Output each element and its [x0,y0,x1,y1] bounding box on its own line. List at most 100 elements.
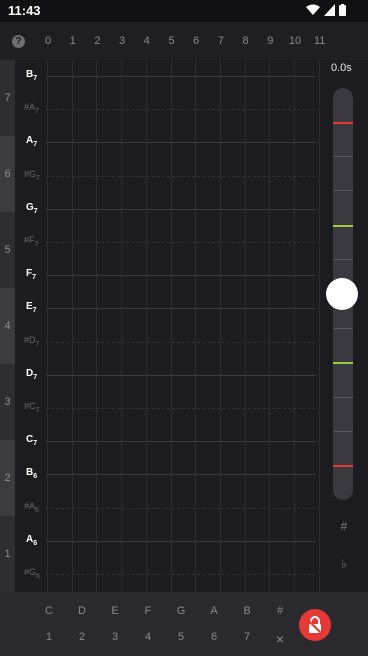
octave-segment[interactable]: 5 [0,212,15,288]
flat-button[interactable]: ♭ [334,557,354,571]
slider-tick [333,122,353,124]
grid-column-line [47,60,48,592]
note-grid[interactable]: B7 #A7 A7 #G7 G7 #F7 F7 E7 #D7 D7 #C7 C7 B6 #A6 A6 #G6 [0,60,325,592]
column-number: 10 [288,35,302,47]
note-row-line [46,76,316,77]
octave-segment[interactable]: 4 [0,288,15,364]
column-number: 7 [217,35,224,47]
number-key[interactable]: 3 [103,631,127,643]
note-label: #A7 [24,102,39,115]
grid-column-line [195,60,197,592]
column-header: ? 0 1 2 3 4 5 6 7 8 9 10 11 [0,22,368,60]
note-label: #F7 [24,235,39,248]
note-key[interactable]: D [70,605,94,617]
note-key[interactable]: C [37,605,61,617]
grid-column-line [170,60,172,592]
octave-segment[interactable]: 6 [0,136,15,212]
signal-icon [324,4,335,16]
grid-column-line [244,60,246,592]
time-label: 0.0s [331,62,352,74]
number-key[interactable]: 2 [70,631,94,643]
unlock-button[interactable] [299,609,331,641]
number-key[interactable]: 4 [136,631,160,643]
grid-column-line [269,60,271,592]
number-key[interactable]: 1 [37,631,61,643]
slider-tick [333,362,353,364]
note-row-line [46,408,316,409]
note-key[interactable]: A [202,605,226,617]
slider-tick [333,397,353,398]
note-label: C7 [26,434,38,448]
note-key[interactable]: E [103,605,127,617]
slider-tick [333,328,353,329]
column-number: 6 [193,35,200,47]
note-label: #G7 [24,168,40,182]
pitch-slider-thumb[interactable] [326,278,358,310]
column-number: 1 [69,35,76,47]
sharp-button[interactable]: # [334,519,354,533]
number-key[interactable]: 6 [202,631,226,643]
octave-segment[interactable]: 2 [0,440,15,516]
note-label: #A6 [24,500,39,514]
octave-segment[interactable]: 3 [0,364,15,440]
number-key[interactable]: × [268,631,292,647]
note-row-line [46,208,316,210]
lock-icon [307,616,323,635]
note-label: D7 [26,367,38,381]
grid-column-line [121,60,123,592]
column-number: 8 [242,35,249,47]
wifi-icon [306,4,320,15]
octave-segment[interactable]: 1 [0,516,15,592]
grid-column-line [71,60,73,592]
note-label: #C7 [24,401,40,414]
note-row-line [46,507,316,509]
note-label: B7 [26,69,38,82]
note-row-line [46,142,316,144]
column-number: 0 [44,35,52,47]
note-label: #G6 [24,567,40,580]
battery-icon [339,4,346,16]
note-key[interactable]: F [136,605,160,617]
slider-tick [333,156,353,157]
note-row-line [46,242,316,243]
note-row-line [46,474,316,476]
column-number: 3 [119,35,126,47]
note-label: A6 [26,533,38,547]
column-number: 11 [313,35,326,47]
octave-segment[interactable]: 7 [0,60,15,136]
note-row-line [46,540,316,542]
column-number: 5 [168,35,175,47]
note-row-line [46,275,316,277]
slider-tick [333,190,353,191]
note-row-line [46,441,316,443]
status-bar: 11:43 [0,0,368,22]
note-label: E7 [26,301,37,315]
note-key[interactable]: G [169,605,193,617]
note-label: B6 [26,467,38,481]
number-key[interactable]: 5 [169,631,193,643]
column-number: 4 [143,35,150,47]
note-key[interactable]: B [235,605,259,617]
grid-column-line [96,60,98,592]
grid-column-line [294,60,295,592]
note-row-line [46,308,316,310]
status-icons [306,4,346,16]
note-row-line [46,341,316,343]
grid-column-line [318,60,320,592]
note-label: F7 [26,268,37,282]
note-row-line [46,374,316,376]
note-row-line [46,175,316,177]
status-time: 11:43 [8,3,41,18]
slider-tick [333,431,353,432]
grid-column-line [145,60,147,592]
note-label: G7 [26,201,38,215]
note-label: A7 [26,135,38,149]
column-number: 9 [267,35,274,47]
column-number: 2 [94,35,101,47]
help-icon[interactable]: ? [12,35,25,48]
number-key[interactable]: 7 [235,631,259,643]
note-label: #D7 [24,334,40,348]
note-key[interactable]: # [268,605,292,617]
note-row-line [46,574,316,575]
slider-tick [333,259,353,260]
